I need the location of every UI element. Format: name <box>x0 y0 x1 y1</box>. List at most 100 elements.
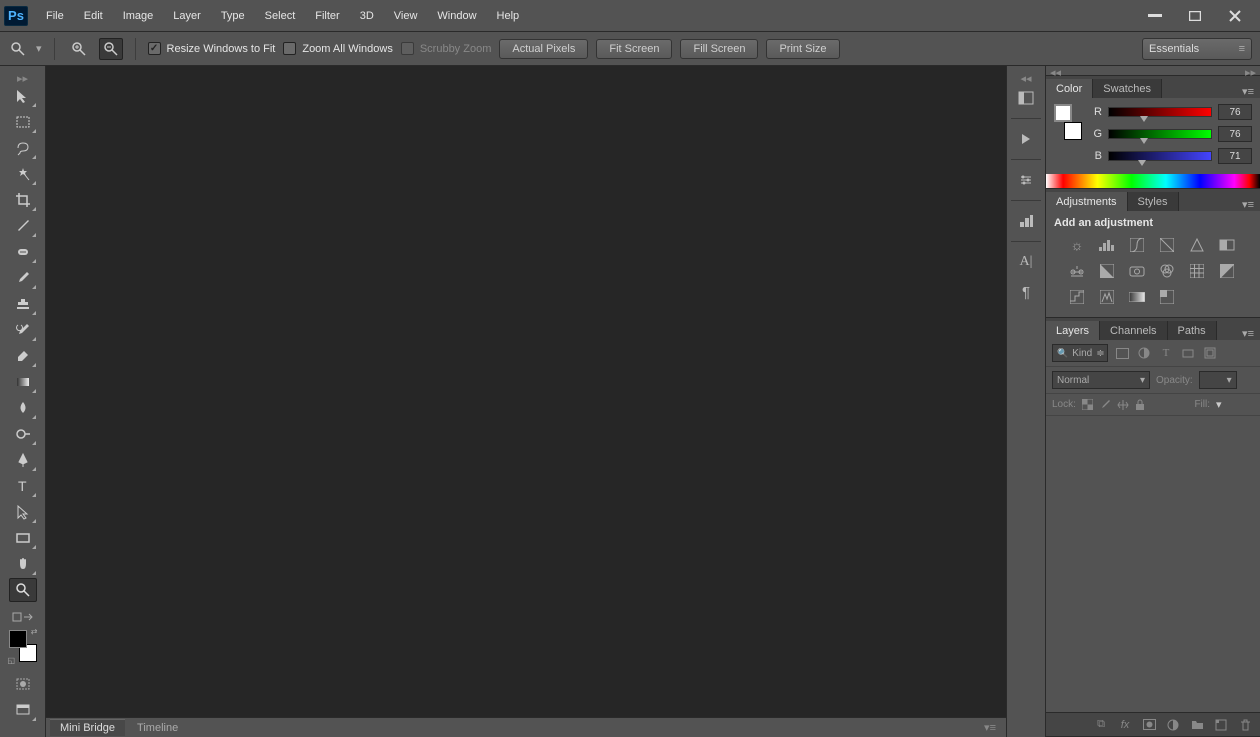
menu-image[interactable]: Image <box>113 6 164 26</box>
color-lookup-icon[interactable] <box>1188 263 1206 279</box>
layers-panel-menu-icon[interactable]: ▾≡ <box>1236 327 1260 340</box>
type-tool[interactable]: T <box>9 474 37 498</box>
swap-colors-icon[interactable]: ⇄ <box>31 627 38 636</box>
threshold-icon[interactable] <box>1098 289 1116 305</box>
tab-styles[interactable]: Styles <box>1128 192 1179 211</box>
fit-screen-button[interactable]: Fit Screen <box>596 39 672 59</box>
hue-saturation-icon[interactable] <box>1218 237 1236 253</box>
brush-tool[interactable] <box>9 266 37 290</box>
lock-transparency-icon[interactable] <box>1082 399 1093 411</box>
paragraph-panel-icon[interactable]: ¶ <box>1011 278 1041 306</box>
swap-orientation-icon[interactable] <box>9 610 37 624</box>
window-close-button[interactable] <box>1220 7 1250 25</box>
lock-pixels-icon[interactable] <box>1099 399 1111 411</box>
window-minimize-button[interactable] <box>1140 7 1170 25</box>
menu-3d[interactable]: 3D <box>350 6 384 26</box>
menu-view[interactable]: View <box>384 6 428 26</box>
exposure-icon[interactable] <box>1158 237 1176 253</box>
new-adjustment-layer-icon[interactable] <box>1166 718 1180 732</box>
magic-wand-tool[interactable] <box>9 162 37 186</box>
gradient-map-icon[interactable] <box>1128 289 1146 305</box>
lock-all-icon[interactable] <box>1135 399 1145 411</box>
zoom-out-button[interactable] <box>99 38 123 60</box>
color-balance-icon[interactable] <box>1068 263 1086 279</box>
pen-tool[interactable] <box>9 448 37 472</box>
history-panel-icon[interactable] <box>1011 84 1041 112</box>
tab-channels[interactable]: Channels <box>1100 321 1167 340</box>
move-tool[interactable] <box>9 84 37 108</box>
adjustments-panel-menu-icon[interactable]: ▾≡ <box>1236 198 1260 211</box>
quick-mask-toggle[interactable] <box>9 672 37 696</box>
lasso-tool[interactable] <box>9 136 37 160</box>
tab-timeline[interactable]: Timeline <box>127 720 188 736</box>
color-panel-menu-icon[interactable]: ▾≡ <box>1236 85 1260 98</box>
default-colors-icon[interactable]: ◱ <box>8 656 16 665</box>
filter-type-icon[interactable]: T <box>1158 346 1174 360</box>
color-fg-swatch[interactable] <box>1054 104 1072 122</box>
menu-layer[interactable]: Layer <box>163 6 211 26</box>
tab-layers[interactable]: Layers <box>1046 321 1100 340</box>
rectangle-tool[interactable] <box>9 526 37 550</box>
menu-edit[interactable]: Edit <box>74 6 113 26</box>
b-slider[interactable] <box>1108 151 1212 161</box>
blend-mode-select[interactable]: Normal▾ <box>1052 371 1150 389</box>
channel-mixer-icon[interactable] <box>1158 263 1176 279</box>
tab-paths[interactable]: Paths <box>1168 321 1217 340</box>
panel-collapse-right-icon[interactable]: ▸▸ <box>1245 66 1256 75</box>
r-value[interactable]: 76 <box>1218 104 1252 120</box>
window-maximize-button[interactable] <box>1180 7 1210 25</box>
menu-filter[interactable]: Filter <box>305 6 349 26</box>
color-swatch-pair[interactable] <box>1054 104 1082 140</box>
menu-help[interactable]: Help <box>487 6 530 26</box>
tab-swatches[interactable]: Swatches <box>1093 79 1162 98</box>
filter-adjustment-icon[interactable] <box>1136 346 1152 360</box>
lock-position-icon[interactable] <box>1117 399 1129 411</box>
clone-stamp-tool[interactable] <box>9 292 37 316</box>
current-tool-icon[interactable] <box>8 39 28 59</box>
vibrance-icon[interactable] <box>1188 237 1206 253</box>
properties-panel-icon[interactable] <box>1011 166 1041 194</box>
rectangular-marquee-tool[interactable] <box>9 110 37 134</box>
menu-window[interactable]: Window <box>427 6 486 26</box>
delete-layer-icon[interactable] <box>1238 718 1252 732</box>
filter-pixel-icon[interactable] <box>1114 346 1130 360</box>
bottom-tabs-menu-icon[interactable]: ▾≡ <box>984 721 1002 734</box>
color-bg-swatch[interactable] <box>1064 122 1082 140</box>
tool-preset-dropdown-icon[interactable]: ▾ <box>36 42 42 55</box>
actions-panel-icon[interactable] <box>1011 125 1041 153</box>
zoom-all-checkbox[interactable]: Zoom All Windows <box>283 42 392 55</box>
history-brush-tool[interactable] <box>9 318 37 342</box>
actual-pixels-button[interactable]: Actual Pixels <box>499 39 588 59</box>
b-value[interactable]: 71 <box>1218 148 1252 164</box>
selective-color-icon[interactable] <box>1158 289 1176 305</box>
menu-type[interactable]: Type <box>211 6 255 26</box>
character-panel-icon[interactable]: A| <box>1011 248 1041 276</box>
g-value[interactable]: 76 <box>1218 126 1252 142</box>
new-layer-icon[interactable] <box>1214 718 1228 732</box>
tab-color[interactable]: Color <box>1046 79 1093 98</box>
filter-shape-icon[interactable] <box>1180 346 1196 360</box>
dodge-tool[interactable] <box>9 422 37 446</box>
crop-tool[interactable] <box>9 188 37 212</box>
zoom-in-button[interactable] <box>67 38 91 60</box>
print-size-button[interactable]: Print Size <box>766 39 839 59</box>
hand-tool[interactable] <box>9 552 37 576</box>
brightness-contrast-icon[interactable]: ☼ <box>1068 237 1086 253</box>
resize-windows-checkbox[interactable]: Resize Windows to Fit <box>148 42 276 55</box>
black-white-icon[interactable] <box>1098 263 1116 279</box>
r-slider[interactable] <box>1108 107 1212 117</box>
toolbox-grip-icon[interactable]: ▸▸ <box>0 72 45 82</box>
screen-mode-toggle[interactable] <box>9 698 37 722</box>
invert-icon[interactable] <box>1218 263 1236 279</box>
workspace-selector[interactable]: Essentials ≡ <box>1142 38 1252 60</box>
filter-smart-icon[interactable] <box>1202 346 1218 360</box>
path-selection-tool[interactable] <box>9 500 37 524</box>
panel-collapse-icon[interactable]: ◂◂ <box>1050 66 1061 75</box>
tab-mini-bridge[interactable]: Mini Bridge <box>50 719 125 736</box>
foreground-color-swatch[interactable] <box>9 630 27 648</box>
fill-screen-button[interactable]: Fill Screen <box>680 39 758 59</box>
opacity-input[interactable]: ▾ <box>1199 371 1237 389</box>
new-group-icon[interactable] <box>1190 718 1204 732</box>
tab-adjustments[interactable]: Adjustments <box>1046 192 1128 211</box>
photo-filter-icon[interactable] <box>1128 263 1146 279</box>
